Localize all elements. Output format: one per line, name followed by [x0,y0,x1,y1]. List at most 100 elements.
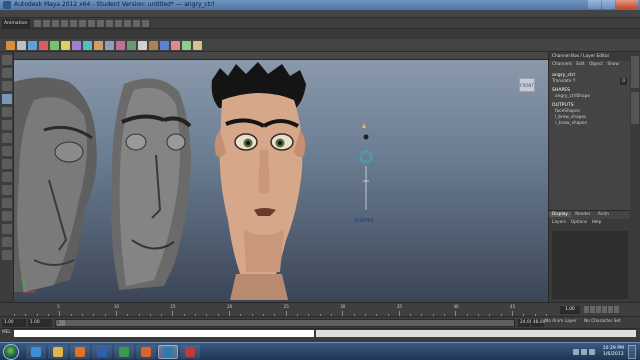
shelf-tool-icon[interactable] [50,41,59,50]
four-pane-layout-icon[interactable] [2,172,12,182]
shelf-tool-icon[interactable] [28,41,37,50]
lasso-tool-icon[interactable] [2,68,12,78]
playback-end-field[interactable]: 24.00 [518,319,532,327]
layer-tab-anim[interactable]: Anim [595,212,612,217]
attribute-editor-side-tab[interactable] [631,92,639,124]
range-slider-track[interactable]: 1 [55,319,515,327]
shelf-tool-icon[interactable] [138,41,147,50]
render-icon[interactable] [124,20,131,27]
shelf-tool-icon[interactable] [72,41,81,50]
animation-start-field[interactable]: 1.00 [2,319,26,327]
taskbar-app-app-blue[interactable] [92,345,112,359]
shelf-tool-icon[interactable] [182,41,191,50]
shelf-tool-icon[interactable] [160,41,169,50]
shelf-tool-icon[interactable] [6,41,15,50]
taskbar-app-app-green[interactable] [114,345,134,359]
command-language-label[interactable]: MEL [2,330,11,335]
taskbar-app-internet-explorer[interactable] [26,345,46,359]
graph-layout-icon[interactable] [2,211,12,221]
playback-start-field[interactable]: 1.00 [28,319,52,327]
layer-menu-options[interactable]: Options [571,220,588,225]
layer-menu-help[interactable]: Help [592,220,602,225]
shelf-tool-icon[interactable] [94,41,103,50]
volume-icon[interactable] [580,349,587,355]
start-button[interactable] [3,344,19,360]
single-pane-layout-icon[interactable] [2,159,12,169]
character-set-dropdown[interactable]: No Character Set [584,319,621,324]
shelf-tool-icon[interactable] [193,41,202,50]
command-input[interactable] [14,330,314,337]
time-slider[interactable]: 5 10 15 20 25 30 35 40 45 1.00 [0,302,640,316]
select-hierarchy-icon[interactable] [61,20,68,27]
select-object-icon[interactable] [70,20,77,27]
facial-control-rig[interactable] [359,123,373,210]
taskbar-app-app-red[interactable] [180,345,200,359]
custom-layout-icon[interactable] [2,250,12,260]
ipr-render-icon[interactable] [133,20,140,27]
viewcube[interactable]: FRONT [519,78,535,92]
attribute-value[interactable]: 0 [620,78,627,85]
paint-select-tool-icon[interactable] [2,81,12,91]
cb-menu-show[interactable]: Show [607,62,619,67]
taskbar-app-app-orange[interactable] [136,345,156,359]
current-frame-field[interactable]: 1.00 [560,306,580,314]
outliner-layout-icon[interactable] [2,198,12,208]
taskbar-app-media-player[interactable] [70,345,90,359]
cb-menu-channels[interactable]: Channels [552,62,572,67]
layer-tab-render[interactable]: Render [572,212,593,217]
hypershade-layout-icon[interactable] [2,224,12,234]
render-settings-icon[interactable] [142,20,149,27]
save-scene-icon[interactable] [52,20,59,27]
menu-set-dropdown[interactable]: Animation [2,19,30,28]
taskbar-app-file-explorer[interactable] [48,345,68,359]
history-icon[interactable] [115,20,122,27]
shelf-tool-icon[interactable] [83,41,92,50]
shelf-tool-icon[interactable] [17,41,26,50]
show-desktop-button[interactable] [628,345,636,359]
network-icon[interactable] [572,349,579,355]
shelf-tool-icon[interactable] [127,41,136,50]
two-pane-layout-icon[interactable] [2,185,12,195]
snap-grid-icon[interactable] [88,20,95,27]
play-forward-icon[interactable] [602,306,607,313]
shelf-tool-icon[interactable] [105,41,114,50]
open-scene-icon[interactable] [43,20,50,27]
channel-box-side-tab[interactable] [631,56,639,88]
shelf-tool-icon[interactable] [39,41,48,50]
shape-node[interactable]: angry_ctrlShape [549,94,630,100]
shelf-tool-icon[interactable] [61,41,70,50]
close-button[interactable] [616,0,638,9]
flag-icon[interactable] [588,349,595,355]
select-tool-icon[interactable] [2,55,12,65]
select-component-icon[interactable] [79,20,86,27]
cb-menu-edit[interactable]: Edit [576,62,584,67]
snap-curve-icon[interactable] [97,20,104,27]
range-slider-handle[interactable]: 1 [57,320,65,326]
shelf-tool-icon[interactable] [116,41,125,50]
shelf-tool-icon[interactable] [149,41,158,50]
clock[interactable]: 10:29 PM 1/6/2013 [603,346,624,358]
cb-menu-object[interactable]: Object [589,62,603,67]
layer-menu-layers[interactable]: Layers [552,220,566,225]
anim-layer-dropdown[interactable]: No Anim Layer [545,319,577,324]
render-layout-icon[interactable] [2,237,12,247]
layer-list[interactable] [552,231,628,299]
step-back-icon[interactable] [590,306,595,313]
rotate-tool-icon[interactable] [2,107,12,117]
shelf-tool-icon[interactable] [171,41,180,50]
step-forward-icon[interactable] [608,306,613,313]
minimize-button[interactable] [588,0,601,9]
manipulator-tool-icon[interactable] [2,133,12,143]
attribute-row[interactable]: Translate Y 0 [549,78,630,85]
scale-tool-icon[interactable] [2,120,12,130]
maximize-button[interactable] [602,0,615,9]
move-tool-icon[interactable] [2,94,12,104]
go-to-start-icon[interactable] [584,306,589,313]
new-scene-icon[interactable] [34,20,41,27]
layer-tab-display[interactable]: Display [549,212,571,217]
taskbar-app-maya[interactable] [158,345,178,359]
go-to-end-icon[interactable] [614,306,619,313]
perspective-viewport[interactable]: X Y SHAPES FRONT [14,60,548,302]
output-node[interactable]: r_brow_shapes [549,121,630,127]
animation-end-field[interactable]: 48.00 [531,319,545,327]
